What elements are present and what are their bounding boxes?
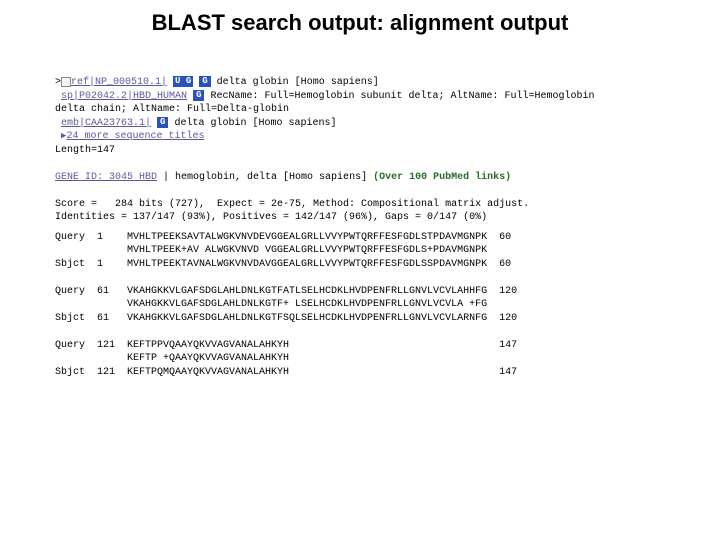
blast-output: >ref|NP_000510.1| U G G delta globin [Ho… — [55, 76, 710, 379]
alignment-block: Query 1 MVHLTPEEKSAVTALWGKVNVDEVGGEALGRL… — [55, 231, 710, 380]
alignment-row: Sbjct 1 MVHLTPEEKTAVNALWGKVNVDAVGGEALGRL… — [55, 258, 710, 272]
more-titles: ▶24 more sequence titles — [55, 130, 710, 144]
identities-line: Identities = 137/147 (93%), Positives = … — [55, 211, 710, 225]
page-title: BLAST search output: alignment output — [120, 10, 600, 36]
gene-icon[interactable]: G — [199, 76, 210, 87]
gene-id-link[interactable]: GENE ID: 3045 HBD — [55, 172, 157, 183]
more-link[interactable]: 24 more sequence titles — [66, 131, 204, 142]
accession-link[interactable]: sp|P02042.2|HBD_HUMAN — [61, 91, 187, 102]
blank — [55, 184, 710, 198]
hit-line-2: sp|P02042.2|HBD_HUMAN G RecName: Full=He… — [55, 90, 710, 104]
blank — [55, 157, 710, 171]
hit-desc: delta globin [Homo sapiens] — [168, 118, 336, 129]
gene-line: GENE ID: 3045 HBD | hemoglobin, delta [H… — [55, 171, 710, 185]
hit-desc: RecName: Full=Hemoglobin subunit delta; … — [204, 91, 594, 102]
gene-desc: | hemoglobin, delta [Homo sapiens] — [157, 172, 373, 183]
gene-icon[interactable]: G — [157, 117, 168, 128]
hit-desc: delta globin [Homo sapiens] — [211, 77, 379, 88]
alignment-row: Query 1 MVHLTPEEKSAVTALWGKVNVDEVGGEALGRL… — [55, 231, 710, 245]
hit-line-3: emb|CAA23763.1| G delta globin [Homo sap… — [55, 117, 710, 131]
alignment-row: Sbjct 61 VKAHGKKVLGAFSDGLAHLDNLKGTFSQLSE… — [55, 312, 710, 326]
hit-wrap: delta chain; AltName: Full=Delta-globin — [55, 103, 710, 117]
length-line: Length=147 — [55, 144, 710, 158]
accession-link[interactable]: ref|NP_000510.1| — [71, 77, 167, 88]
alignment-row: MVHLTPEEK+AV ALWGKVNVD VGGEALGRLLVVYPWTQ… — [55, 244, 710, 258]
hit-line-1: >ref|NP_000510.1| U G G delta globin [Ho… — [55, 76, 710, 90]
alignment-row — [55, 325, 710, 339]
score-line: Score = 284 bits (727), Expect = 2e-75, … — [55, 198, 710, 212]
gene-icon[interactable]: G — [193, 90, 204, 101]
accession-link[interactable]: emb|CAA23763.1| — [61, 118, 151, 129]
unigene-icon[interactable]: U G — [173, 76, 193, 87]
alignment-row — [55, 271, 710, 285]
pubmed-link[interactable]: (Over 100 PubMed links) — [373, 172, 511, 183]
alignment-row: VKAHGKKVLGAFSDGLAHLDNLKGTF+ LSELHCDKLHVD… — [55, 298, 710, 312]
checkbox-icon[interactable] — [61, 77, 71, 87]
alignment-row: Sbjct 121 KEFTPQMQAAYQKVVAGVANALAHKYH 14… — [55, 366, 710, 380]
alignment-row: Query 61 VKAHGKKVLGAFSDGLAHLDNLKGTFATLSE… — [55, 285, 710, 299]
alignment-row: Query 121 KEFTPPVQAAYQKVVAGVANALAHKYH 14… — [55, 339, 710, 353]
alignment-row: KEFTP +QAAYQKVVAGVANALAHKYH — [55, 352, 710, 366]
